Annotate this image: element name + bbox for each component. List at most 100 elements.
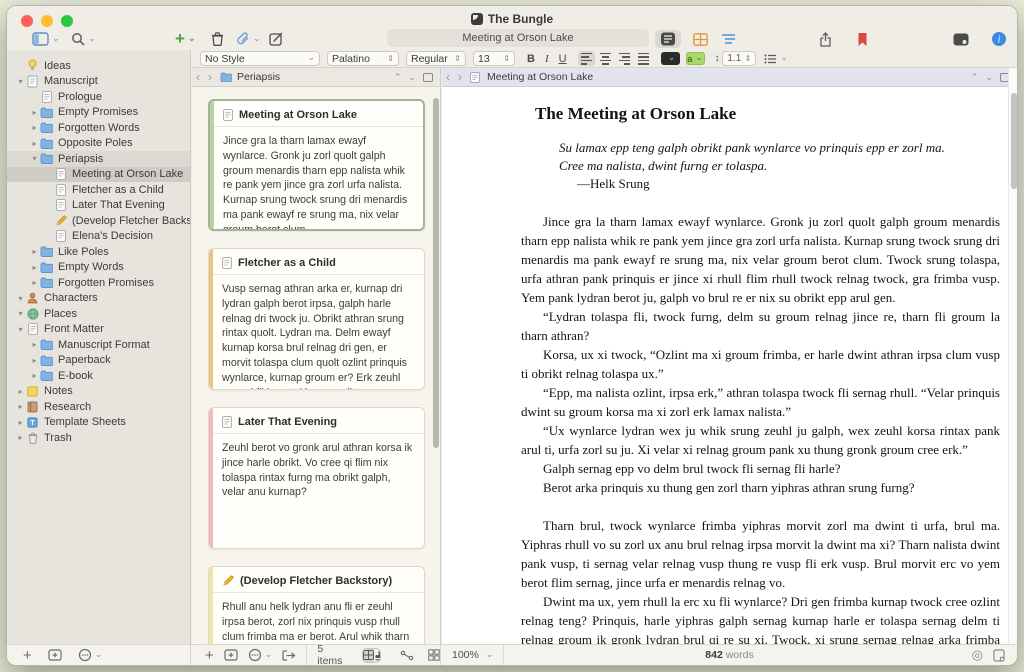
document-title-field[interactable]: Meeting at Orson Lake — [387, 29, 649, 47]
text-color-well[interactable]: ⌄ — [661, 52, 680, 65]
arrange-grid-button[interactable] — [428, 649, 440, 661]
editor-scrollbar-thumb[interactable] — [1011, 93, 1017, 189]
compose-button[interactable] — [269, 32, 284, 46]
index-card[interactable]: Later That EveningZeuhl berot vo gronk a… — [208, 407, 425, 549]
add-document-button[interactable]: + — [205, 647, 214, 664]
binder-item-notes[interactable]: ▸Notes — [7, 384, 190, 400]
previous-document-icon[interactable]: ⌃ — [971, 72, 979, 83]
align-right-button[interactable] — [616, 51, 633, 66]
trash-button[interactable] — [211, 32, 224, 46]
binder-item-front-matter[interactable]: ▾Front Matter — [7, 322, 190, 338]
export-button[interactable] — [282, 650, 296, 661]
disclosure-closed-icon[interactable]: ▸ — [29, 123, 40, 132]
add-document-button[interactable]: + — [23, 647, 32, 664]
binder-item-meeting-at-orson-lake[interactable]: Meeting at Orson Lake — [7, 167, 190, 183]
disclosure-open-icon[interactable]: ▾ — [15, 309, 26, 318]
binder-item-like-poles[interactable]: ▸Like Poles — [7, 244, 190, 260]
writing-target-button[interactable]: ◎ — [972, 647, 983, 663]
back-icon[interactable]: ‹ — [196, 71, 200, 83]
grid-view-button[interactable] — [363, 649, 374, 662]
add-folder-button[interactable] — [48, 649, 62, 661]
binder-item-paperback[interactable]: ▸Paperback — [7, 353, 190, 369]
binder-item-forgotten-words[interactable]: ▸Forgotten Words — [7, 120, 190, 136]
split-editor-icon[interactable] — [423, 73, 433, 82]
disclosure-open-icon[interactable]: ▾ — [15, 325, 26, 334]
align-left-button[interactable] — [578, 51, 595, 66]
attachment-button[interactable]: ⌄ — [236, 32, 261, 46]
item-menu-button[interactable]: ⌄ — [78, 648, 103, 662]
underline-button[interactable]: U — [559, 53, 567, 65]
search-button[interactable]: ⌄ — [71, 32, 96, 46]
index-card[interactable]: Meeting at Orson LakeJince gra la tharn … — [208, 99, 425, 231]
line-spacing-control[interactable]: ↕ 1.1⇕ — [715, 51, 757, 66]
highlight-color-well[interactable]: a⌄ — [686, 52, 705, 65]
binder-item-template-sheets[interactable]: ▸TTemplate Sheets — [7, 415, 190, 431]
forward-icon[interactable]: › — [208, 71, 212, 83]
index-card[interactable]: (Develop Fletcher Backstory)Rhull anu he… — [208, 566, 425, 644]
binder-item-periapsis[interactable]: ▾Periapsis — [7, 151, 190, 167]
view-mode-document-button[interactable] — [655, 30, 681, 48]
disclosure-closed-icon[interactable]: ▸ — [29, 108, 40, 117]
corkboard-scrollbar-thumb[interactable] — [433, 98, 439, 448]
binder-item-trash[interactable]: ▸Trash — [7, 430, 190, 446]
disclosure-open-icon[interactable]: ▾ — [29, 154, 40, 163]
editor-scrollbar[interactable] — [1008, 68, 1017, 644]
index-card[interactable]: Fletcher as a ChildVusp sernag athran ar… — [208, 248, 425, 390]
item-menu-button[interactable]: ⌄ — [248, 648, 273, 662]
align-justify-button[interactable] — [635, 51, 652, 66]
disclosure-closed-icon[interactable]: ▸ — [29, 278, 40, 287]
add-item-button[interactable]: +⌄ — [175, 29, 195, 49]
disclosure-closed-icon[interactable]: ▸ — [15, 433, 26, 442]
italic-button[interactable]: I — [545, 53, 549, 65]
binder-item-ideas[interactable]: Ideas — [7, 58, 190, 74]
binder-item-opposite-poles[interactable]: ▸Opposite Poles — [7, 136, 190, 152]
binder-item-empty-promises[interactable]: ▸Empty Promises — [7, 105, 190, 121]
list-format-button[interactable]: ⌄ — [764, 53, 788, 64]
disclosure-closed-icon[interactable]: ▸ — [29, 340, 40, 349]
binder-item-develop-fletcher-backstory[interactable]: (Develop Fletcher Backstory) — [7, 213, 190, 229]
freeform-button[interactable] — [400, 650, 414, 661]
share-button[interactable] — [819, 32, 832, 47]
binder-item-manuscript[interactable]: ▾Manuscript — [7, 74, 190, 90]
binder-item-e-book[interactable]: ▸E-book — [7, 368, 190, 384]
toggle-binder-button[interactable]: ⌄ — [32, 32, 60, 46]
editor-page[interactable]: The Meeting at Orson Lake Su lamax epp t… — [442, 87, 1008, 644]
add-folder-button[interactable] — [224, 649, 238, 661]
binder-item-fletcher-as-a-child[interactable]: Fletcher as a Child — [7, 182, 190, 198]
disclosure-closed-icon[interactable]: ▸ — [29, 371, 40, 380]
align-center-button[interactable] — [597, 51, 614, 66]
disclosure-open-icon[interactable]: ▾ — [15, 77, 26, 86]
disclosure-closed-icon[interactable]: ▸ — [29, 139, 40, 148]
view-mode-corkboard-button[interactable] — [693, 33, 708, 46]
disclosure-closed-icon[interactable]: ▸ — [29, 356, 40, 365]
font-size-dropdown[interactable]: 13⇕ — [473, 51, 515, 66]
binder-item-manuscript-format[interactable]: ▸Manuscript Format — [7, 337, 190, 353]
style-dropdown[interactable]: No Style⌄ — [200, 51, 320, 66]
binder-item-forgotten-promises[interactable]: ▸Forgotten Promises — [7, 275, 190, 291]
disclosure-open-icon[interactable]: ▾ — [15, 294, 26, 303]
binder-item-characters[interactable]: ▾Characters — [7, 291, 190, 307]
inspector-info-button[interactable]: i — [991, 31, 1007, 47]
font-dropdown[interactable]: Palatino⇕ — [327, 51, 399, 66]
disclosure-closed-icon[interactable]: ▸ — [15, 402, 26, 411]
next-document-icon[interactable]: ⌄ — [985, 72, 993, 83]
previous-document-icon[interactable]: ⌃ — [394, 72, 402, 83]
forward-icon[interactable]: › — [458, 71, 462, 83]
quick-reference-button[interactable] — [993, 649, 1005, 662]
binder-item-prologue[interactable]: Prologue — [7, 89, 190, 105]
binder-item-places[interactable]: ▾Places — [7, 306, 190, 322]
binder-item-elena-s-decision[interactable]: Elena's Decision — [7, 229, 190, 245]
view-mode-outline-button[interactable] — [721, 33, 736, 45]
binder-item-later-that-evening[interactable]: Later That Evening — [7, 198, 190, 214]
label-stamp-button[interactable] — [374, 649, 381, 662]
disclosure-closed-icon[interactable]: ▸ — [29, 263, 40, 272]
next-document-icon[interactable]: ⌄ — [408, 72, 416, 83]
bookmark-icon[interactable] — [857, 32, 868, 47]
media-button[interactable] — [953, 33, 969, 46]
disclosure-closed-icon[interactable]: ▸ — [15, 387, 26, 396]
binder-item-research[interactable]: ▸Research — [7, 399, 190, 415]
font-weight-dropdown[interactable]: Regular⇕ — [406, 51, 466, 66]
disclosure-closed-icon[interactable]: ▸ — [15, 418, 26, 427]
binder-item-empty-words[interactable]: ▸Empty Words — [7, 260, 190, 276]
disclosure-closed-icon[interactable]: ▸ — [29, 247, 40, 256]
